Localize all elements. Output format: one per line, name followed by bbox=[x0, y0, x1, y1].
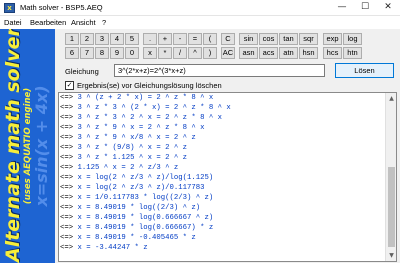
key-2[interactable]: 2 bbox=[80, 33, 94, 45]
key-6[interactable]: 6 bbox=[65, 47, 79, 59]
result-line: <=> x = log(2 ^ z/3 ^ z)/log(1.125) bbox=[60, 174, 214, 182]
result-line: <=> 3 ^ z * 3 ^ 2 ^ x = 2 ^ z * 8 ^ x bbox=[60, 114, 223, 122]
key-3[interactable]: 3 bbox=[95, 33, 109, 45]
scroll-thumb[interactable] bbox=[388, 167, 395, 247]
close-button[interactable]: ✕ bbox=[376, 0, 400, 16]
side-banner: Alternate math solver (uses AEQUATIO eng… bbox=[0, 29, 55, 263]
scroll-down-arrow-icon[interactable]: ▼ bbox=[386, 250, 396, 261]
key-asn[interactable]: asn bbox=[239, 47, 258, 59]
key-sin[interactable]: sin bbox=[239, 33, 258, 45]
minimize-button[interactable]: — bbox=[330, 0, 354, 16]
menu-bar: Datei Bearbeiten Ansicht ? bbox=[0, 16, 400, 29]
results-panel[interactable]: <=> 3 ^ (z + 2 * x) = 2 ^ z * 8 ^ x <=> … bbox=[58, 92, 397, 262]
key-multiply[interactable]: * bbox=[158, 47, 172, 59]
clear-results-label: Ergebnis(se) vor Gleichungslösung lösche… bbox=[77, 81, 222, 90]
key-0[interactable]: 0 bbox=[125, 47, 139, 59]
key-cos[interactable]: cos bbox=[259, 33, 278, 45]
key-plus[interactable]: + bbox=[158, 33, 172, 45]
menu-bearbeiten[interactable]: Bearbeiten bbox=[30, 18, 66, 27]
key-exp[interactable]: exp bbox=[323, 33, 342, 45]
clear-results-checkbox[interactable]: ✓ bbox=[65, 81, 74, 90]
key-equals[interactable]: = bbox=[188, 33, 202, 45]
menu-ansicht[interactable]: Ansicht bbox=[71, 18, 96, 27]
result-line: <=> x = 8.49019 * -0.405465 * z bbox=[60, 234, 196, 242]
app-icon: x bbox=[4, 3, 15, 13]
result-line: <=> 3 ^ z * 9 ^ x = 2 ^ z * 8 ^ x bbox=[60, 124, 205, 132]
key-tan[interactable]: tan bbox=[279, 33, 298, 45]
result-line: <=> x = -3.44247 * z bbox=[60, 244, 148, 252]
key-clear[interactable]: C bbox=[221, 33, 235, 45]
banner-equation: x=sin(x + 4x) bbox=[32, 85, 51, 207]
scroll-up-arrow-icon[interactable]: ▲ bbox=[386, 93, 396, 104]
key-log[interactable]: log bbox=[343, 33, 362, 45]
equation-label: Gleichung bbox=[65, 67, 99, 76]
title-bar: x Math solver - BSP5.AEQ — ☐ ✕ bbox=[0, 0, 400, 16]
key-dot[interactable]: . bbox=[143, 33, 157, 45]
banner-text-block: Alternate math solver (uses AEQUATIO eng… bbox=[2, 29, 53, 262]
key-all-clear[interactable]: AC bbox=[221, 47, 235, 59]
results-scrollbar[interactable]: ▲ ▼ bbox=[385, 93, 396, 261]
key-open-paren[interactable]: ( bbox=[203, 33, 217, 45]
key-8[interactable]: 8 bbox=[95, 47, 109, 59]
window-title: Math solver - BSP5.AEQ bbox=[20, 3, 103, 12]
result-line: <=> 1.125 ^ x = 2 ^ z/3 ^ z bbox=[60, 164, 179, 172]
key-acs[interactable]: acs bbox=[259, 47, 278, 59]
result-line: <=> x = 1/0.117783 * log((2/3) ^ z) bbox=[60, 194, 214, 202]
key-1[interactable]: 1 bbox=[65, 33, 79, 45]
key-close-paren[interactable]: ) bbox=[203, 47, 217, 59]
key-x[interactable]: x bbox=[143, 47, 157, 59]
key-sqr[interactable]: sqr bbox=[299, 33, 318, 45]
key-divide[interactable]: / bbox=[173, 47, 187, 59]
solve-button[interactable]: Lösen bbox=[335, 63, 394, 78]
key-4[interactable]: 4 bbox=[110, 33, 124, 45]
result-line: <=> x = 8.49019 * log(0.666667 ^ z) bbox=[60, 214, 214, 222]
key-7[interactable]: 7 bbox=[80, 47, 94, 59]
key-minus[interactable]: - bbox=[173, 33, 187, 45]
result-line: <=> x = 8.49019 * log((2/3) ^ z) bbox=[60, 204, 201, 212]
result-line: <=> 3 ^ (z + 2 * x) = 2 ^ z * 8 ^ x bbox=[60, 94, 214, 102]
menu-datei[interactable]: Datei bbox=[4, 18, 22, 27]
key-hsn[interactable]: hsn bbox=[299, 47, 318, 59]
key-hcs[interactable]: hcs bbox=[323, 47, 342, 59]
menu-help[interactable]: ? bbox=[102, 18, 106, 27]
equation-input[interactable]: 3^(2*x+z)=2^(3*x+z) bbox=[114, 64, 325, 77]
result-line: <=> 3 ^ z * 9 ^ x/8 ^ x = 2 ^ z bbox=[60, 134, 196, 142]
result-line: <=> 3 ^ z * 1.125 ^ x = 2 ^ z bbox=[60, 154, 188, 162]
key-9[interactable]: 9 bbox=[110, 47, 124, 59]
banner-title: Alternate math solver bbox=[2, 29, 24, 262]
key-5[interactable]: 5 bbox=[125, 33, 139, 45]
key-power[interactable]: ^ bbox=[188, 47, 202, 59]
maximize-button[interactable]: ☐ bbox=[353, 0, 377, 16]
key-atn[interactable]: atn bbox=[279, 47, 298, 59]
key-htn[interactable]: htn bbox=[343, 47, 362, 59]
result-line: <=> 3 ^ z * 3 ^ (2 * x) = 2 ^ z * 8 ^ x bbox=[60, 104, 231, 112]
result-line: <=> x = log(2 ^ z/3 ^ z)/0.117783 bbox=[60, 184, 205, 192]
result-line: <=> 3 ^ z * (9/8) ^ x = 2 ^ z bbox=[60, 144, 188, 152]
result-line: <=> x = 8.49019 * log(0.666667) * z bbox=[60, 224, 214, 232]
